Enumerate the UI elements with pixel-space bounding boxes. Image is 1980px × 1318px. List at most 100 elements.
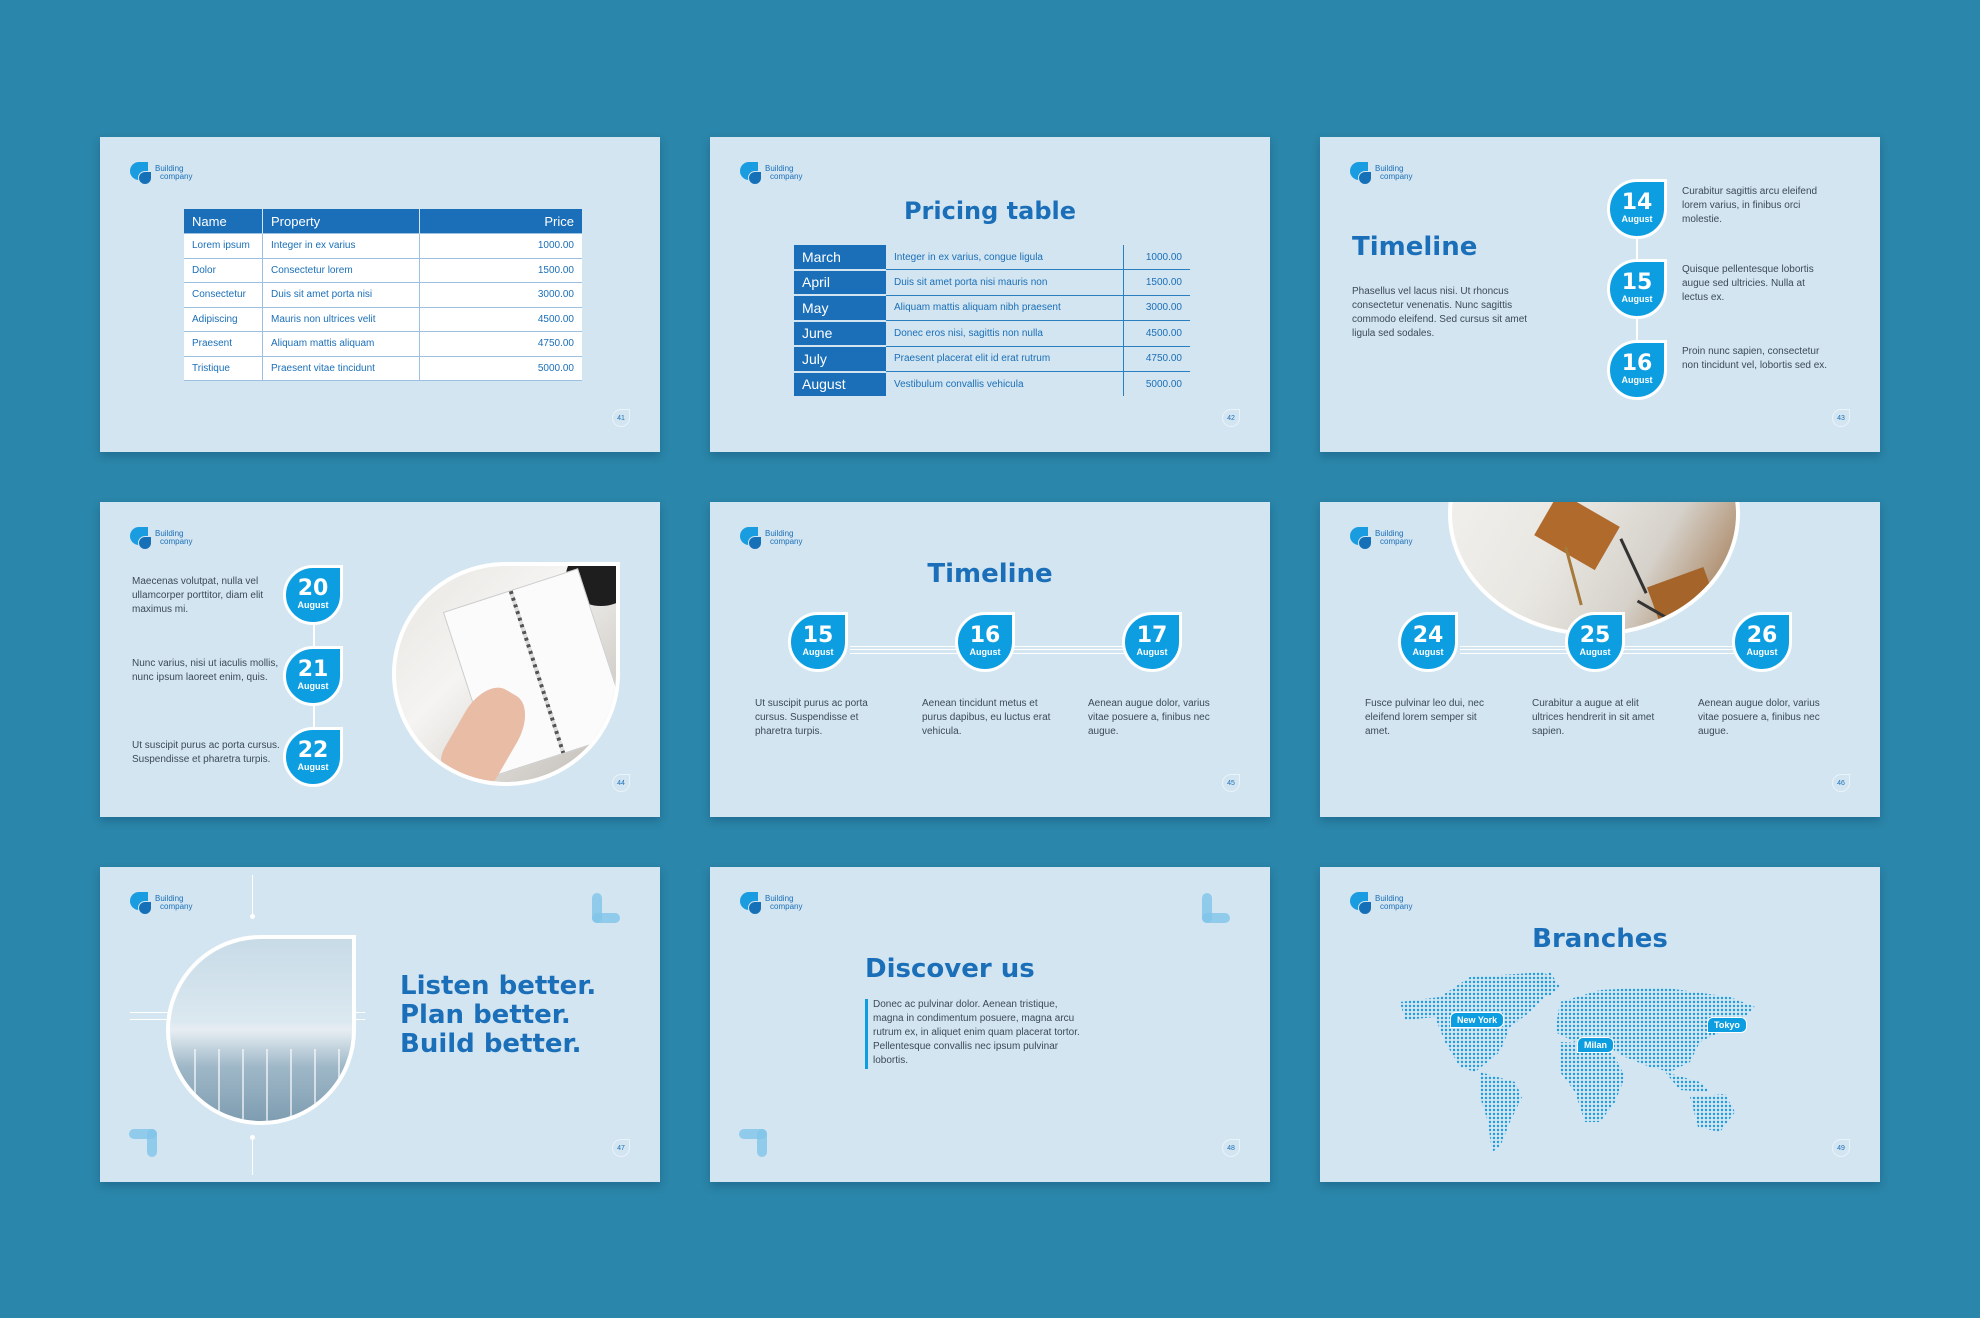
pricing-row: April Duis sit amet porta nisi mauris non… <box>794 269 1190 296</box>
tagline: Listen better. Plan better. Build better… <box>400 972 596 1059</box>
tagline-line: Listen better. <box>400 971 597 1001</box>
description-cell: Aliquam mattis aliquam nibh praesent <box>886 295 1124 321</box>
table-cell: 4500.00 <box>419 306 582 332</box>
month-cell: July <box>794 346 886 373</box>
tagline-line: Build better. <box>400 1029 582 1059</box>
table-row: Tristique Praesent vitae tincidunt 5000.00 <box>184 355 582 381</box>
slide-title: Branches <box>1532 924 1668 954</box>
date-badge: 25 August <box>1565 612 1625 672</box>
table-cell: Praesent vitae tincidunt <box>262 355 420 381</box>
slide-46[interactable]: Building company 24 August 25 August 26 Augu… <box>1320 502 1880 817</box>
table-cell: Tristique <box>184 355 263 381</box>
page-number: 42 <box>1222 409 1240 427</box>
date-badge: 24 August <box>1398 612 1458 672</box>
accent-bar <box>865 999 868 1069</box>
slide-44[interactable]: Building company Maecenas volutpat, nulla… <box>100 502 660 817</box>
brand-logo: Building company <box>1350 527 1413 550</box>
month-cell: August <box>794 371 886 396</box>
brand-line2: company <box>1380 537 1413 546</box>
slide-47[interactable]: Building company Listen better. Plan bett… <box>100 867 660 1182</box>
event-text: Aenean tincidunt metus et purus dapibus,… <box>922 698 1051 737</box>
planner-photo <box>392 562 620 786</box>
page-number: 44 <box>612 774 630 792</box>
event-text: Fusce pulvinar leo dui, nec eleifend lor… <box>1365 698 1484 737</box>
date-badge: 20 August <box>283 565 343 625</box>
brand-logo: Building company <box>740 892 803 915</box>
price-cell: 4750.00 <box>1123 346 1190 372</box>
page-number: 46 <box>1832 774 1850 792</box>
description-cell: Donec eros nisi, sagittis non nulla <box>886 320 1124 347</box>
slide-title: Discover us <box>865 954 1035 984</box>
pricing-table: March Integer in ex varius, congue ligula… <box>794 245 1190 396</box>
brand-logo: Building company <box>740 162 802 185</box>
branch-pin-milan[interactable]: Milan <box>1577 1037 1615 1053</box>
table-cell: 1500.00 <box>419 257 582 283</box>
brand-line2: company <box>160 902 193 911</box>
page-number: 43 <box>1832 409 1850 427</box>
event-text: Proin nunc sapien, consectetur non tinci… <box>1682 346 1828 371</box>
table-cell: Aliquam mattis aliquam <box>262 331 420 357</box>
brand-logo: Building company <box>130 527 193 550</box>
guide-dot <box>250 914 255 919</box>
brand-logo: Building company <box>1350 892 1413 915</box>
south-america <box>1480 1072 1522 1152</box>
pricing-row: May Aliquam mattis aliquam nibh praesent 3… <box>794 295 1190 322</box>
leaf-drop-icon <box>1350 527 1372 550</box>
table-cell: Lorem ipsum <box>184 233 263 259</box>
branch-pin-tokyo[interactable]: Tokyo <box>1707 1017 1747 1033</box>
brand-line2: company <box>160 537 193 546</box>
slide-48[interactable]: Building company Discover us Donec ac pul… <box>710 867 1270 1182</box>
table-cell: Praesent <box>184 331 263 357</box>
month-cell: April <box>794 269 886 296</box>
month-cell: March <box>794 245 886 271</box>
leaf-drop-icon <box>130 527 152 550</box>
date-badge: 17 August <box>1122 612 1182 672</box>
table-cell: Mauris non ultrices velit <box>262 306 420 332</box>
brand-logo: Building company <box>130 892 193 915</box>
price-cell: 3000.00 <box>1123 295 1190 321</box>
slide-43[interactable]: Building company Timeline Phasellus vel l… <box>1320 137 1880 452</box>
page-number: 48 <box>1222 1139 1240 1157</box>
brand-logo: Building company <box>130 162 192 185</box>
event-text: Curabitur a augue at elit ultrices hendr… <box>1532 698 1655 737</box>
date-badge: 14 August <box>1607 179 1667 239</box>
pricing-row: June Donec eros nisi, sagittis non nulla 4… <box>794 320 1190 347</box>
event-text: Maecenas volutpat, nulla vel ullamcorper… <box>132 576 264 615</box>
description-cell: Praesent placerat elit id erat rutrum <box>886 346 1124 372</box>
price-cell: 4500.00 <box>1123 320 1190 347</box>
pricing-row: August Vestibulum convallis vehicula 5000.… <box>794 371 1190 396</box>
slide-42[interactable]: Building company Pricing table March Integ… <box>710 137 1270 452</box>
intro-text: Phasellus vel lacus nisi. Ut rhoncus con… <box>1352 286 1528 339</box>
description-cell: Vestibulum convallis vehicula <box>894 378 1024 390</box>
slide-41[interactable]: Building company Name Property Price Lore… <box>100 137 660 452</box>
price-cell: 5000.00 <box>1123 371 1190 396</box>
table-cell: 3000.00 <box>419 282 582 308</box>
brand-line2: company <box>1380 902 1413 911</box>
tagline-line: Plan better. <box>400 1000 571 1030</box>
slide-49[interactable]: Building company Branches New York Milan … <box>1320 867 1880 1182</box>
date-badge: 15 August <box>1607 259 1667 319</box>
table-row: Lorem ipsum Integer in ex varius 1000.00 <box>184 233 582 259</box>
slide-title: Timeline <box>1352 232 1478 262</box>
leaf-drop-icon <box>740 162 762 185</box>
se-asia <box>1665 1072 1710 1092</box>
month-cell: May <box>794 295 886 322</box>
table-cell: Consectetur lorem <box>262 257 420 283</box>
description-cell: Duis sit amet porta nisi mauris non <box>886 269 1124 296</box>
body-text: Donec ac pulvinar dolor. Aenean tristiqu… <box>873 999 1080 1066</box>
event-text: Ut suscipit purus ac porta cursus. Suspe… <box>755 698 868 737</box>
date-badge: 26 August <box>1732 612 1792 672</box>
table-cell: Duis sit amet porta nisi <box>262 282 420 308</box>
brand-line2: company <box>770 902 803 911</box>
price-cell: 1500.00 <box>1123 269 1190 296</box>
price-cell: 1000.00 <box>1123 245 1190 270</box>
page-number: 41 <box>612 409 630 427</box>
date-badge: 21 August <box>283 646 343 706</box>
event-text: Curabitur sagittis arcu eleifend lorem v… <box>1682 186 1818 225</box>
date-badge: 15 August <box>788 612 848 672</box>
page-number: 45 <box>1222 774 1240 792</box>
leaf-drop-icon <box>130 162 152 185</box>
page-number: 49 <box>1832 1139 1850 1157</box>
branch-pin-new-york[interactable]: New York <box>1450 1012 1505 1028</box>
slide-45[interactable]: Building company Timeline 15 August 16 Augu… <box>710 502 1270 817</box>
